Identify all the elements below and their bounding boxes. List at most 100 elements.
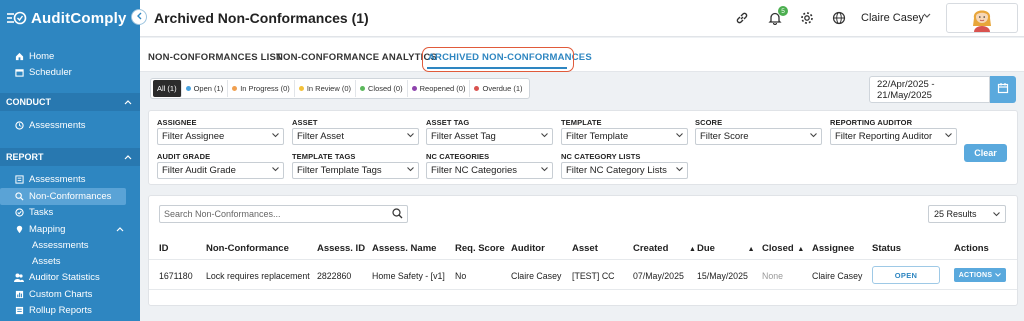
status-badge[interactable]: OPEN <box>872 266 940 284</box>
date-picker-button[interactable] <box>990 76 1016 103</box>
column-header-id[interactable]: ID <box>159 243 169 254</box>
sort-asc-icon: ▲ <box>689 246 696 253</box>
select-value: Filter Audit Grade <box>162 165 236 176</box>
filter-nc-category-lists-select[interactable]: Filter NC Category Lists <box>561 162 688 179</box>
status-chip-overdue[interactable]: Overdue (1) <box>470 80 526 97</box>
bell-icon[interactable]: 5 <box>767 6 788 26</box>
filter-score-select[interactable]: Filter Score <box>695 128 822 145</box>
search-icon[interactable] <box>392 208 403 221</box>
status-chip-in-progress[interactable]: In Progress (0) <box>228 80 295 97</box>
filter-label-score: SCORE <box>695 118 723 127</box>
sidebar-collapse-button[interactable] <box>131 9 147 25</box>
status-dot-icon <box>232 86 238 91</box>
status-chip-in-review[interactable]: In Review (0) <box>295 80 356 97</box>
filter-template-select[interactable]: Filter Template <box>561 128 688 145</box>
cell-assignee: Claire Casey <box>812 271 863 281</box>
filter-panel: ASSIGNEE Filter Assignee ASSET Filter As… <box>148 110 1018 185</box>
chip-label: In Review (0) <box>306 84 351 93</box>
chevron-down-icon <box>993 209 1000 219</box>
status-filter-bar: All (1) Open (1) In Progress (0) In Revi… <box>150 78 530 99</box>
check-icon <box>14 208 24 218</box>
chevron-down-icon[interactable] <box>923 11 931 21</box>
tab-non-conformance-analytics[interactable]: NON-CONFORMANCE ANALYTICS <box>276 52 437 63</box>
column-header-status[interactable]: Status <box>872 243 901 254</box>
column-header-label: Created <box>633 243 669 254</box>
globe-icon[interactable] <box>831 10 847 26</box>
clock-icon <box>14 120 24 130</box>
sidebar-item-conduct-assessments[interactable]: Assessments <box>0 117 140 134</box>
sidebar-subitem-mapping-assets[interactable]: Assets <box>0 254 140 270</box>
date-range-input[interactable]: 22/Apr/2025 - 21/May/2025 <box>869 76 990 103</box>
column-header-auditor[interactable]: Auditor <box>511 243 545 254</box>
column-header-closed[interactable]: Closed ▲ <box>762 243 804 254</box>
select-value: Filter Asset Tag <box>431 131 496 142</box>
filter-template-tags-select[interactable]: Filter Template Tags <box>292 162 419 179</box>
sidebar-item-label: Scheduler <box>29 67 72 79</box>
sidebar-item-tasks[interactable]: Tasks <box>0 205 140 222</box>
link-icon[interactable] <box>734 10 750 26</box>
chevron-down-icon <box>541 167 548 174</box>
sidebar-item-scheduler[interactable]: Scheduler <box>0 65 140 82</box>
actions-dropdown-button[interactable]: ACTIONS <box>954 268 1006 282</box>
status-chip-all[interactable]: All (1) <box>153 80 182 97</box>
cell-asset: [TEST] CC <box>572 271 615 281</box>
gear-icon[interactable] <box>799 10 815 26</box>
search-input[interactable]: Search Non-Conformances... <box>159 205 408 223</box>
column-header-non-conformance[interactable]: Non-Conformance <box>206 243 289 254</box>
sidebar-item-auditor-statistics[interactable]: Auditor Statistics <box>0 270 140 287</box>
column-header-assess-name[interactable]: Assess. Name <box>372 243 436 254</box>
filter-reporting-auditor-select[interactable]: Filter Reporting Auditor <box>830 128 957 145</box>
cell-created: 07/May/2025 <box>633 271 684 281</box>
sidebar-item-non-conformances[interactable]: Non-Conformances <box>0 188 126 205</box>
column-header-assignee[interactable]: Assignee <box>812 243 854 254</box>
chevron-down-icon <box>541 133 548 140</box>
sidebar-section-conduct[interactable]: CONDUCT <box>0 93 140 111</box>
sidebar-item-label: Home <box>29 50 55 62</box>
sidebar-item-report-assessments[interactable]: Assessments <box>0 172 140 189</box>
section-label: CONDUCT <box>6 97 51 107</box>
cell-id: 1671180 <box>159 271 193 281</box>
column-header-created[interactable]: Created ▲ <box>633 243 696 254</box>
status-chip-reopened[interactable]: Reopened (0) <box>408 80 471 97</box>
tab-non-conformances-list[interactable]: NON-CONFORMANCES LIST <box>148 52 282 63</box>
sidebar-section-report[interactable]: REPORT <box>0 147 140 166</box>
home-icon <box>14 51 24 61</box>
column-header-due[interactable]: Due ▲ <box>697 243 755 254</box>
avatar[interactable] <box>946 3 1018 33</box>
results-per-page-select[interactable]: 25 Results <box>928 205 1006 223</box>
chip-label: Overdue (1) <box>482 84 523 93</box>
chevron-left-icon <box>136 12 142 23</box>
sidebar-item-mapping[interactable]: Mapping <box>0 221 140 238</box>
chip-label: Closed (0) <box>368 84 403 93</box>
sidebar-item-custom-charts[interactable]: Custom Charts <box>0 286 140 303</box>
filter-asset-select[interactable]: Filter Asset <box>292 128 419 145</box>
chevron-down-icon <box>945 133 952 140</box>
filter-nc-categories-select[interactable]: Filter NC Categories <box>426 162 553 179</box>
sidebar-item-label: Auditor Statistics <box>29 272 100 284</box>
chevron-up-icon <box>124 97 132 107</box>
column-header-asset[interactable]: Asset <box>572 243 598 254</box>
cell-non-conformance[interactable]: Lock requires replacement <box>206 271 310 281</box>
sidebar-item-label: Mapping <box>29 223 66 235</box>
map-pin-icon <box>14 224 24 234</box>
sidebar-subitem-mapping-assessments[interactable]: Assessments <box>0 238 140 254</box>
cell-assess-name: Home Safety - [v1] <box>372 271 445 281</box>
status-chip-open[interactable]: Open (1) <box>182 80 229 97</box>
section-label: REPORT <box>6 151 44 162</box>
app-logo[interactable]: AuditComply <box>0 0 140 36</box>
status-chip-closed[interactable]: Closed (0) <box>356 80 408 97</box>
column-header-label: Closed <box>762 243 794 254</box>
sidebar-item-home[interactable]: Home <box>0 48 140 65</box>
sidebar-item-rollup-reports[interactable]: Rollup Reports <box>0 303 140 320</box>
filter-audit-grade-select[interactable]: Filter Audit Grade <box>157 162 284 179</box>
column-header-req-score[interactable]: Req. Score <box>455 243 505 254</box>
filter-asset-tag-select[interactable]: Filter Asset Tag <box>426 128 553 145</box>
highlight-annotation <box>422 47 574 72</box>
column-header-assess-id[interactable]: Assess. ID <box>317 243 365 254</box>
user-menu[interactable]: Claire Casey <box>861 12 924 24</box>
clear-filters-button[interactable]: Clear <box>964 144 1007 162</box>
select-value: Filter Asset <box>297 131 344 142</box>
filter-label-nc-category-lists: NC CATEGORY LISTS <box>561 152 641 161</box>
filter-assignee-select[interactable]: Filter Assignee <box>157 128 284 145</box>
status-dot-icon <box>185 86 191 91</box>
